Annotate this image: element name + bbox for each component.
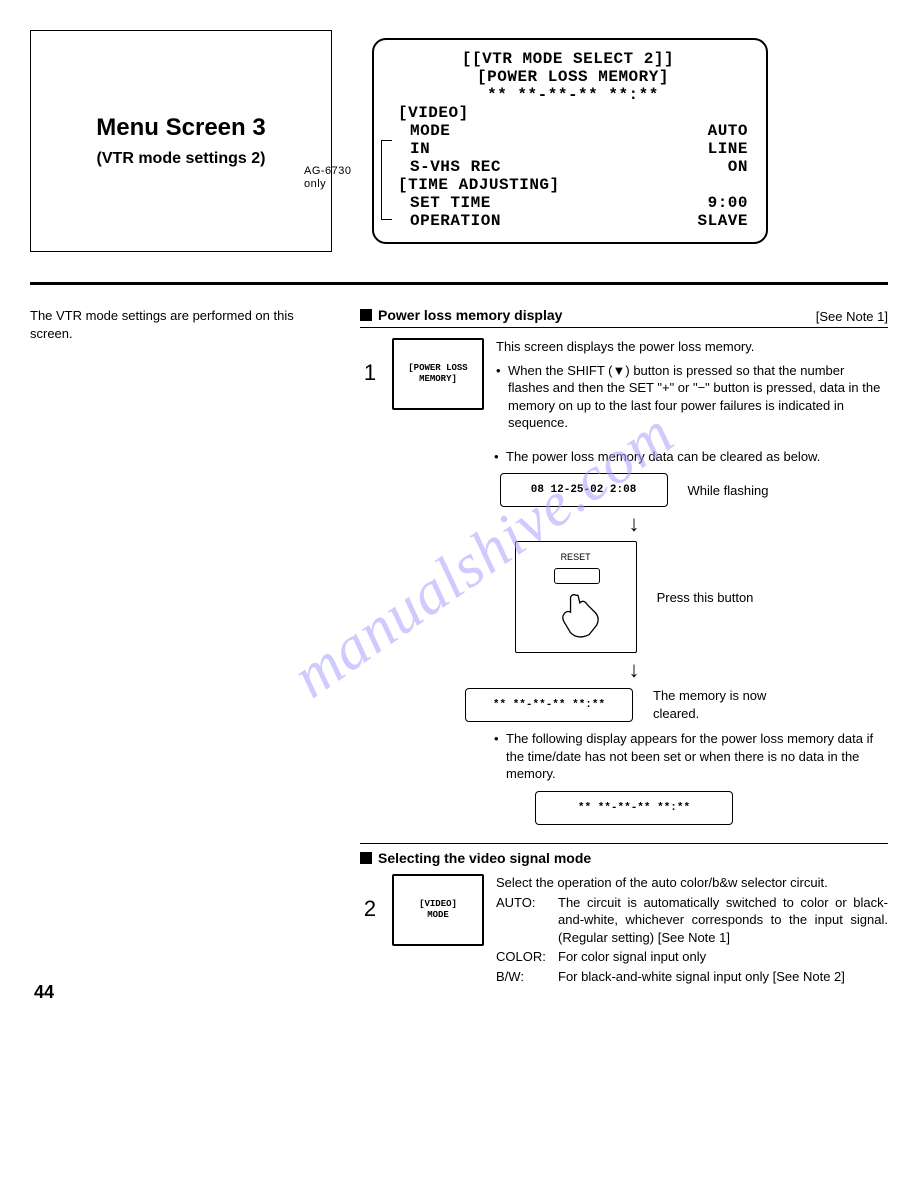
menu-line: ** **-**-** **:**: [388, 86, 748, 104]
caption: The memory is now cleared.: [653, 687, 803, 722]
body-text: This screen displays the power loss memo…: [496, 338, 888, 356]
bullet-icon: •: [496, 362, 504, 432]
step-number: 1: [360, 360, 380, 386]
reset-illustration: RESET: [515, 541, 637, 653]
arrow-down-icon: ↓: [629, 513, 640, 535]
menu-value: ON: [728, 158, 748, 176]
def-text: For color signal input only: [558, 948, 706, 966]
caption: Press this button: [657, 589, 754, 607]
horizontal-rule: [30, 282, 888, 285]
display-box: 08 12-25-02 2:08: [500, 473, 668, 507]
menu-line: [POWER LOSS MEMORY]: [388, 68, 748, 86]
def-text: For black-and-white signal input only [S…: [558, 968, 845, 986]
bullet-icon: •: [494, 730, 502, 783]
body-text: When the SHIFT (▼) button is pressed so …: [508, 362, 888, 432]
menu-label: S-VHS REC: [410, 158, 501, 176]
menu-value: SLAVE: [697, 212, 748, 230]
menu-line: [TIME ADJUSTING]: [388, 176, 748, 194]
screen-thumbnail: [POWER LOSS MEMORY]: [392, 338, 484, 410]
note-reference: [See Note 1]: [816, 309, 888, 324]
menu-value: LINE: [708, 140, 748, 158]
caption: While flashing: [688, 482, 769, 500]
step-number: 2: [360, 896, 380, 922]
title-box: Menu Screen 3 (VTR mode settings 2): [30, 30, 332, 252]
square-bullet-icon: [360, 309, 372, 321]
horizontal-rule-thin: [360, 843, 888, 844]
bullet-icon: •: [494, 448, 502, 466]
intro-text: The VTR mode settings are performed on t…: [30, 307, 330, 342]
def-label: B/W:: [496, 968, 552, 986]
bracket-icon: [381, 140, 392, 220]
screen-thumbnail: [VIDEO] MODE: [392, 874, 484, 946]
page-subtitle: (VTR mode settings 2): [97, 150, 266, 168]
page-title: Menu Screen 3: [96, 114, 265, 142]
def-label: COLOR:: [496, 948, 552, 966]
menu-value: 9:00: [708, 194, 748, 212]
square-bullet-icon: [360, 852, 372, 864]
menu-value: AUTO: [708, 122, 748, 140]
menu-label: MODE: [410, 122, 450, 140]
page-number: 44: [34, 982, 54, 1003]
reset-label: RESET: [516, 552, 636, 562]
section-title: Selecting the video signal mode: [378, 850, 591, 866]
body-text: Select the operation of the auto color/b…: [496, 874, 888, 892]
menu-label: IN: [410, 140, 430, 158]
arrow-down-icon: ↓: [629, 659, 640, 681]
body-text: The power loss memory data can be cleare…: [506, 448, 820, 466]
menu-label: OPERATION: [410, 212, 501, 230]
def-text: The circuit is automatically switched to…: [558, 894, 888, 947]
menu-line: [VIDEO]: [388, 104, 748, 122]
hand-pressing-icon: [550, 586, 606, 642]
def-label: AUTO:: [496, 894, 552, 947]
display-box: ** **-**-** **:**: [535, 791, 733, 825]
reset-button-icon: [554, 568, 600, 584]
display-box: ** **-**-** **:**: [465, 688, 633, 722]
menu-screen-box: AG-6730 only [[VTR MODE SELECT 2]] [POWE…: [372, 38, 768, 244]
menu-label: SET TIME: [410, 194, 491, 212]
section-title: Power loss memory display: [378, 307, 562, 323]
menu-line: [[VTR MODE SELECT 2]]: [388, 50, 748, 68]
section-header-row: Power loss memory display [See Note 1]: [360, 307, 888, 328]
body-text: The following display appears for the po…: [506, 730, 888, 783]
model-note: AG-6730 only: [304, 165, 364, 191]
header-row: Menu Screen 3 (VTR mode settings 2) AG-6…: [30, 30, 888, 252]
